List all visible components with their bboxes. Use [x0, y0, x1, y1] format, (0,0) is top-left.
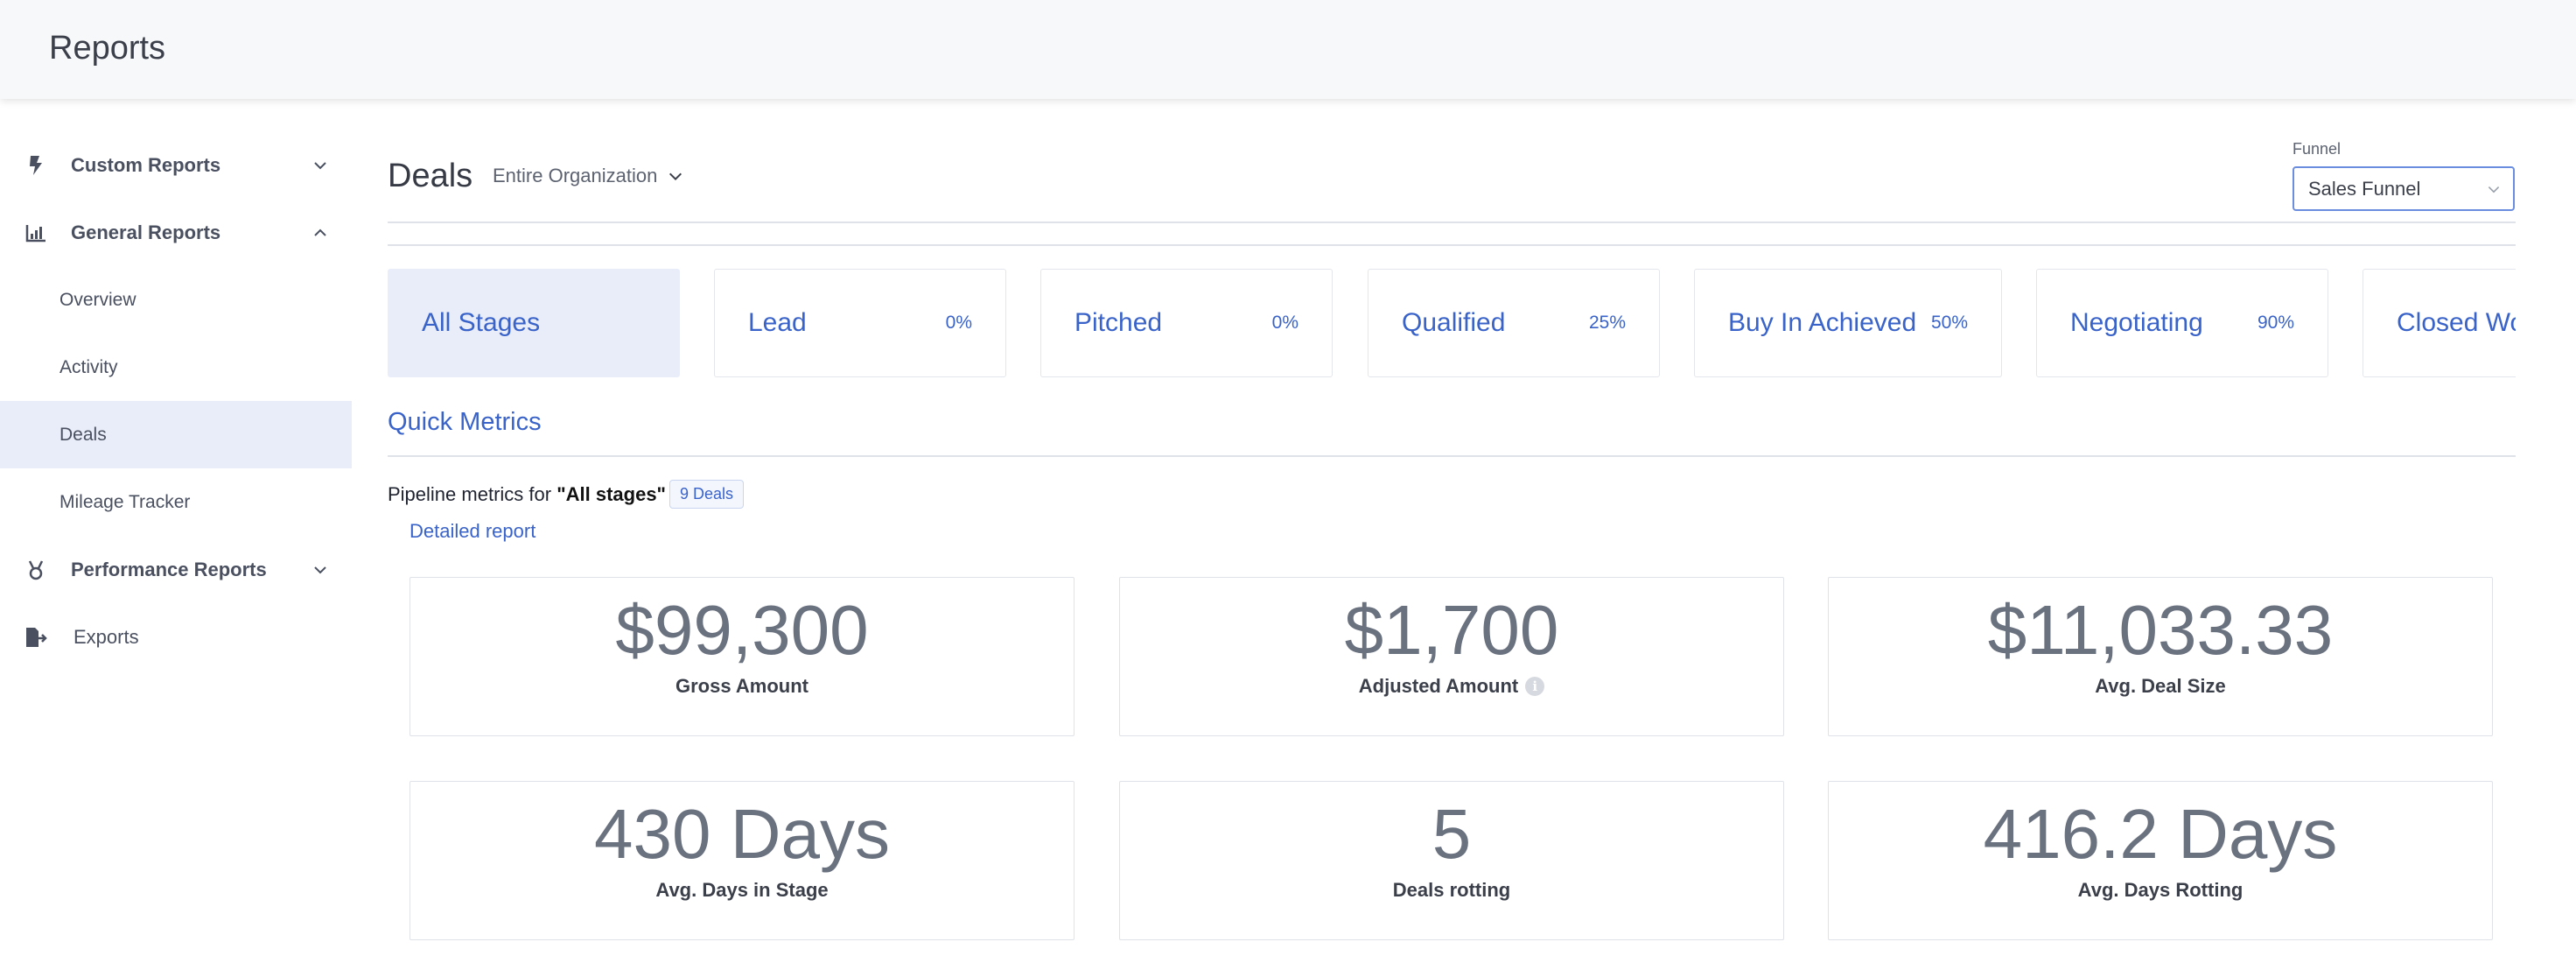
sidebar-item-deals[interactable]: Deals [0, 401, 352, 468]
deals-count-badge: 9 Deals [668, 480, 745, 509]
stage-probability: 50% [1930, 313, 1968, 333]
sidebar-section-general-reports[interactable]: General Reports [0, 199, 352, 266]
deals-header: Deals Entire Organization Funnel Sales F… [388, 140, 2516, 223]
pipeline-stage: "All stages" [556, 482, 666, 505]
metric-caption: Deals rotting [1392, 879, 1511, 901]
metric-value: $99,300 [615, 591, 869, 669]
metric-value: $11,033.33 [1987, 591, 2334, 669]
funnel-label: Funnel [2292, 140, 2342, 158]
page-title: Reports [49, 30, 166, 67]
tab-all-stages[interactable]: All Stages [388, 269, 680, 377]
metric-value: 416.2 Days [1983, 795, 2338, 873]
stage-name: Lead [748, 308, 807, 337]
stage-name: Pitched [1074, 308, 1163, 337]
stage-tabs: All Stages Lead 0% Pitched 0% Qualified … [388, 269, 2516, 379]
stage-name: Buy In Achieved [1728, 308, 1917, 337]
stage-probability: 25% [1588, 313, 1626, 333]
top-bar: Reports [0, 0, 2576, 99]
metric-caption: Avg. Days in Stage [655, 879, 829, 901]
metric-caption: Adjusted Amount i [1120, 675, 1783, 698]
metric-card: $11,033.33 Avg. Deal Size [1828, 577, 2493, 736]
stage-probability: 0% [1271, 313, 1298, 333]
metric-card: $1,700 Adjusted Amount i [1119, 577, 1784, 736]
metric-card: 416.2 Days Avg. Days Rotting [1828, 781, 2493, 940]
main-content: Deals Entire Organization Funnel Sales F… [388, 140, 2516, 940]
quick-metrics-title: Quick Metrics [388, 408, 542, 436]
sidebar-item-mileage-tracker[interactable]: Mileage Tracker [0, 468, 352, 536]
chevron-down-icon [2488, 186, 2500, 193]
stage-name: Qualified [1402, 308, 1506, 337]
tab-closed-won[interactable]: Closed Won [2362, 269, 2516, 377]
funnel-select[interactable]: Sales Funnel [2292, 166, 2515, 211]
tab-pitched[interactable]: Pitched 0% [1040, 269, 1333, 377]
sidebar-section-label: Custom Reports [71, 153, 221, 176]
chevron-down-icon [314, 161, 326, 169]
tab-buy-in-achieved[interactable]: Buy In Achieved 50% [1694, 269, 2002, 377]
deals-title: Deals [388, 158, 473, 194]
pipeline-summary: Pipeline metrics for "All stages" 9 Deal… [388, 480, 745, 509]
metric-caption: Gross Amount [676, 675, 808, 697]
chevron-up-icon [314, 228, 326, 236]
organization-select[interactable]: Entire Organization [493, 165, 683, 187]
stage-name: Negotiating [2070, 308, 2203, 337]
bar-chart-icon [24, 221, 47, 244]
tab-qualified[interactable]: Qualified 25% [1368, 269, 1660, 377]
divider [388, 244, 2516, 246]
metric-card: $99,300 Gross Amount [410, 577, 1074, 736]
sidebar-section-label: Performance Reports [71, 558, 267, 580]
metric-value: 5 [1432, 795, 1472, 873]
chevron-down-icon [669, 172, 682, 181]
metric-card: 430 Days Avg. Days in Stage [410, 781, 1074, 940]
sidebar-section-label: Exports [74, 625, 139, 648]
info-icon[interactable]: i [1525, 677, 1545, 696]
divider [388, 221, 2516, 223]
tab-negotiating[interactable]: Negotiating 90% [2036, 269, 2328, 377]
sidebar: Custom Reports General Reports Overview … [0, 131, 352, 671]
sidebar-item-overview[interactable]: Overview [0, 266, 352, 334]
file-export-icon [24, 626, 47, 649]
metric-card: 5 Deals rotting [1119, 781, 1784, 940]
metric-caption: Avg. Days Rotting [2077, 879, 2244, 901]
lightning-icon [24, 154, 47, 177]
tab-lead[interactable]: Lead 0% [714, 269, 1006, 377]
metric-value: 430 Days [594, 795, 890, 873]
detailed-report-link[interactable]: Detailed report [410, 520, 536, 543]
pipeline-prefix: Pipeline metrics for [388, 482, 557, 505]
stage-probability: 90% [2257, 313, 2294, 333]
organization-select-value: Entire Organization [493, 165, 658, 186]
sidebar-section-performance-reports[interactable]: Performance Reports [0, 536, 352, 603]
medal-icon [24, 559, 47, 581]
divider [388, 455, 2516, 457]
sidebar-section-label: General Reports [71, 221, 221, 243]
stage-name: All Stages [422, 308, 541, 337]
metric-caption: Avg. Deal Size [2095, 675, 2226, 697]
sidebar-section-exports[interactable]: Exports [0, 603, 352, 671]
funnel-select-value: Sales Funnel [2308, 177, 2421, 200]
sidebar-section-custom-reports[interactable]: Custom Reports [0, 131, 352, 199]
sidebar-item-activity[interactable]: Activity [0, 334, 352, 401]
metric-value: $1,700 [1344, 591, 1559, 669]
chevron-down-icon [314, 566, 326, 573]
stage-probability: 0% [945, 313, 972, 333]
stage-name: Closed Won [2397, 308, 2516, 337]
